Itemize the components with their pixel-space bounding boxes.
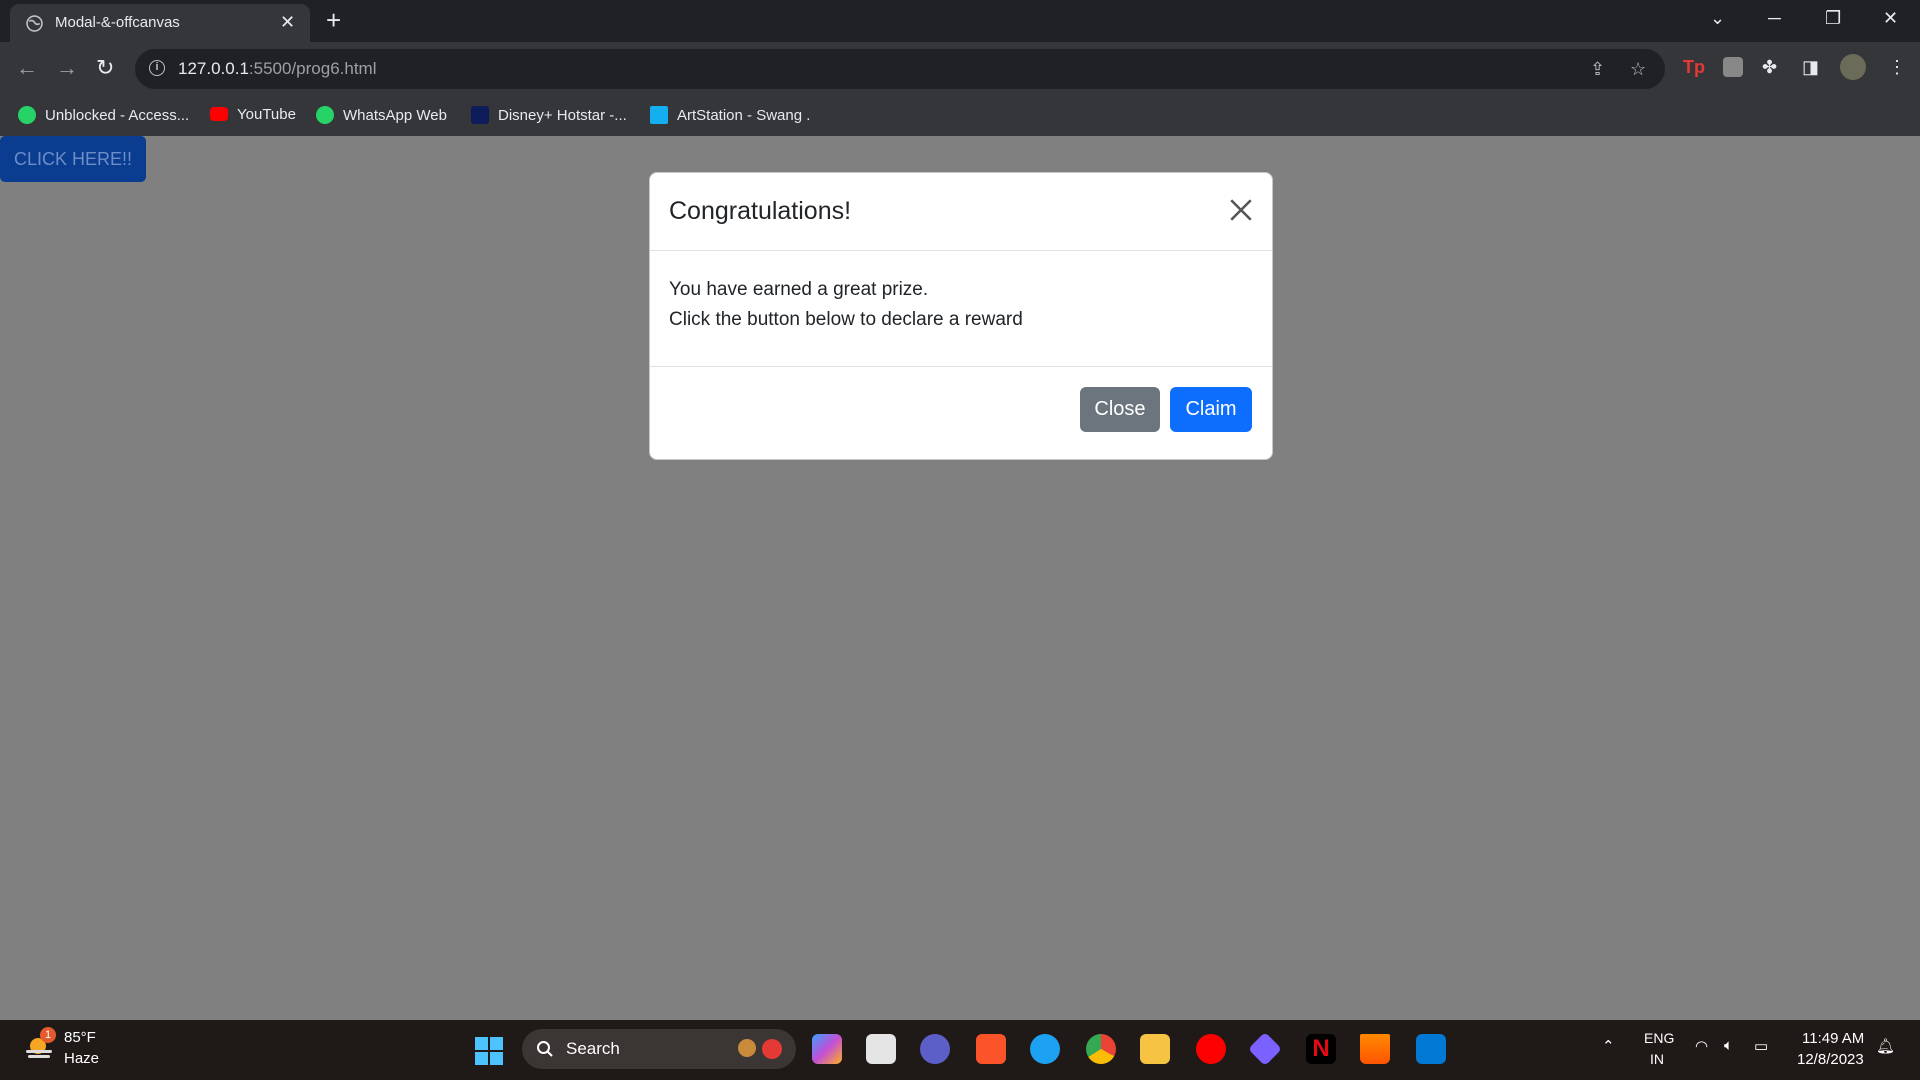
clock-date[interactable]: 12/8/2023 — [1797, 1051, 1864, 1068]
browser-toolbar: ← → ↻ i 127.0.0.1:5500/prog6.html ⇪ ☆ Tp… — [0, 42, 1920, 136]
whatsapp-icon — [316, 106, 334, 124]
click-here-button[interactable]: CLICK HERE!! — [0, 136, 146, 182]
vscode-icon[interactable] — [1416, 1034, 1446, 1064]
unblocked-icon — [18, 106, 36, 124]
vlc-icon[interactable] — [1360, 1034, 1390, 1064]
extension-tp-icon[interactable]: Tp — [1683, 57, 1705, 78]
modal-footer: Close Claim — [650, 366, 1272, 460]
browser-tabstrip: Modal-&-offcanvas ✕ + ⌄ ─ ❐ ✕ — [0, 0, 1920, 42]
extensions-puzzle-icon[interactable]: ✤ — [1762, 57, 1777, 78]
restore-button[interactable]: ❐ — [1825, 8, 1841, 29]
claim-button[interactable]: Claim — [1170, 387, 1252, 432]
reload-button[interactable]: ↻ — [96, 55, 114, 81]
bookmark-unblocked[interactable]: Unblocked - Access... — [18, 106, 189, 124]
tab-search-icon[interactable]: ⌄ — [1710, 8, 1725, 29]
chrome-icon[interactable] — [1086, 1034, 1116, 1064]
modal-body: You have earned a great prize. Click the… — [669, 275, 1023, 335]
battery-icon[interactable]: ▭ — [1754, 1037, 1768, 1055]
bookmark-whatsapp[interactable]: WhatsApp Web — [316, 106, 447, 124]
bookmark-star-icon[interactable]: ☆ — [1630, 59, 1646, 80]
edge-icon[interactable] — [1030, 1034, 1060, 1064]
profile-avatar[interactable] — [1840, 54, 1866, 80]
share-icon[interactable]: ⇪ — [1590, 59, 1605, 80]
page-backdrop[interactable]: CLICK HERE!! Congratulations! You have e… — [0, 136, 1920, 1020]
clock-time[interactable]: 11:49 AM — [1802, 1030, 1864, 1047]
weather-temp[interactable]: 85°F — [64, 1029, 96, 1046]
weather-desc[interactable]: Haze — [64, 1050, 99, 1067]
bookmark-label: Disney+ Hotstar -... — [498, 107, 627, 124]
close-window-button[interactable]: ✕ — [1883, 8, 1898, 29]
notification-bell-icon[interactable]: 🔔︎ — [1876, 1037, 1895, 1055]
tab-close-icon[interactable]: ✕ — [280, 12, 295, 33]
search-placeholder: Search — [566, 1039, 620, 1058]
media-player-icon[interactable] — [1248, 1032, 1282, 1066]
bookmark-hotstar[interactable]: Disney+ Hotstar -... — [471, 106, 627, 124]
file-explorer-icon[interactable] — [1140, 1034, 1170, 1064]
youtube-icon — [210, 107, 228, 121]
hotstar-icon — [471, 106, 489, 124]
minimize-button[interactable]: ─ — [1768, 8, 1781, 29]
teams-chat-icon[interactable] — [920, 1034, 950, 1064]
menu-icon[interactable]: ⋮ — [1888, 57, 1906, 78]
extension-r-icon[interactable] — [1723, 57, 1743, 77]
netflix-icon[interactable]: N — [1306, 1034, 1336, 1064]
bookmark-artstation[interactable]: ArtStation - Swang . — [650, 106, 810, 124]
brave-icon[interactable] — [976, 1034, 1006, 1064]
wifi-icon[interactable]: ◠ — [1695, 1037, 1708, 1055]
forward-button[interactable]: → — [56, 55, 78, 81]
volume-icon[interactable]: 🔈︎ — [1724, 1037, 1733, 1054]
modal-title: Congratulations! — [669, 197, 852, 225]
side-panel-icon[interactable]: ◨ — [1802, 57, 1819, 78]
taskbar: 1 85°F Haze Search N ⌃ ENG IN ◠ 🔈︎ ▭ 11:… — [0, 1020, 1920, 1080]
url-text[interactable]: 127.0.0.1:5500/prog6.html — [178, 59, 377, 79]
bookmark-label: ArtStation - Swang . — [677, 107, 811, 124]
modal-body-line1: You have earned a great prize. — [669, 279, 929, 300]
address-bar[interactable]: i 127.0.0.1:5500/prog6.html ⇪ ☆ — [135, 49, 1665, 89]
close-button[interactable]: Close — [1080, 387, 1160, 432]
copilot-icon[interactable] — [812, 1034, 842, 1064]
modal-header: Congratulations! — [650, 173, 1272, 251]
url-path: :5500/prog6.html — [248, 59, 377, 78]
modal-dialog: Congratulations! You have earned a great… — [649, 172, 1273, 460]
url-host: 127.0.0.1 — [178, 59, 249, 78]
weather-badge: 1 — [40, 1027, 56, 1043]
bookmark-youtube[interactable]: YouTube — [210, 106, 296, 123]
tab-title: Modal-&-offcanvas — [55, 14, 180, 31]
bookmark-label: Unblocked - Access... — [45, 107, 190, 124]
back-button[interactable]: ← — [16, 55, 38, 81]
search-highlight-icon — [762, 1039, 782, 1059]
new-tab-button[interactable]: + — [326, 6, 341, 34]
region-label[interactable]: IN — [1650, 1051, 1664, 1067]
show-hidden-icons-chevron-icon[interactable]: ⌃ — [1602, 1037, 1615, 1055]
browser-tab[interactable]: Modal-&-offcanvas ✕ — [10, 4, 310, 42]
modal-body-line2: Click the button below to declare a rewa… — [669, 309, 1023, 330]
search-icon — [537, 1041, 553, 1057]
globe-icon — [26, 15, 43, 32]
task-view-icon[interactable] — [866, 1034, 896, 1064]
close-icon[interactable] — [1228, 197, 1254, 223]
artstation-icon — [650, 106, 668, 124]
info-icon[interactable]: i — [149, 60, 165, 76]
youtube-music-icon[interactable] — [1196, 1034, 1226, 1064]
bookmark-label: WhatsApp Web — [343, 107, 447, 124]
language-label[interactable]: ENG — [1644, 1030, 1674, 1046]
taskbar-search[interactable]: Search — [522, 1029, 796, 1069]
windows-start-icon[interactable] — [474, 1036, 504, 1066]
gingerbread-icon — [738, 1039, 756, 1057]
bookmark-label: YouTube — [237, 106, 296, 123]
